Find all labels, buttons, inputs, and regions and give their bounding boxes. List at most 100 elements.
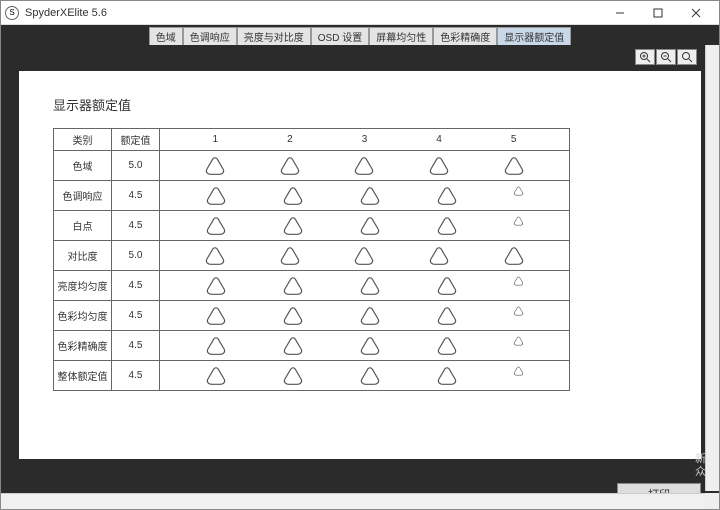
cell-category: 整体额定值 [54, 361, 112, 391]
rating-icon [428, 246, 450, 266]
table-row: 色彩精确度4.5 [54, 331, 570, 361]
cell-category: 色彩均匀度 [54, 301, 112, 331]
app-title: SpyderXElite 5.6 [25, 7, 601, 19]
cell-value: 5.0 [112, 241, 160, 271]
cell-category: 色彩精确度 [54, 331, 112, 361]
tab-0[interactable]: 色域 [149, 27, 183, 45]
ratings-table: 类别 额定值 12345 色域5.0色调响应4.5白点4.5对比度5.0亮度均匀… [53, 128, 570, 391]
table-row: 白点4.5 [54, 211, 570, 241]
rating-icon [282, 186, 304, 206]
rating-icon [436, 366, 458, 386]
header-category: 类别 [54, 129, 112, 151]
rating-icon-half [513, 276, 524, 296]
cell-rating-icons [160, 271, 570, 301]
app-window: S SpyderXElite 5.6 色域色调响应亮度与对比度OSD 设置屏幕均… [0, 0, 720, 510]
rating-icon [282, 306, 304, 326]
rating-icon [359, 306, 381, 326]
rating-icon [436, 216, 458, 236]
cell-category: 亮度均匀度 [54, 271, 112, 301]
rating-icon [205, 186, 227, 206]
rating-icon [353, 246, 375, 266]
rating-icon [205, 366, 227, 386]
rating-icon [204, 246, 226, 266]
rating-icon [205, 276, 227, 296]
zoom-fit-icon[interactable] [677, 49, 697, 65]
rating-icon [353, 156, 375, 176]
rating-icon [359, 366, 381, 386]
cell-rating-icons [160, 241, 570, 271]
cell-rating-icons [160, 181, 570, 211]
horizontal-scrollbar[interactable] [1, 493, 705, 509]
app-icon: S [5, 6, 19, 20]
cell-category: 白点 [54, 211, 112, 241]
rating-icon [279, 246, 301, 266]
rating-icon [279, 156, 301, 176]
rating-icon [428, 156, 450, 176]
table-row: 亮度均匀度4.5 [54, 271, 570, 301]
tab-5[interactable]: 色彩精确度 [433, 27, 497, 45]
rating-icon [503, 156, 525, 176]
window-controls [601, 3, 715, 23]
rating-icon-half [513, 306, 524, 326]
cell-rating-icons [160, 151, 570, 181]
cell-value: 4.5 [112, 361, 160, 391]
cell-value: 4.5 [112, 301, 160, 331]
rating-icon [359, 216, 381, 236]
cell-rating-icons [160, 301, 570, 331]
rating-icon [282, 366, 304, 386]
scale-tick: 1 [213, 134, 219, 145]
rating-icon-half [513, 216, 524, 236]
rating-icon [359, 336, 381, 356]
table-row: 对比度5.0 [54, 241, 570, 271]
rating-icon-half [513, 186, 524, 206]
tab-6[interactable]: 显示器额定值 [497, 27, 571, 45]
header-scale: 12345 [160, 129, 570, 151]
content-area: 显示器额定值 类别 额定值 12345 色域5.0色调响应4.5白点4.5对比度… [1, 45, 719, 509]
scale-tick: 4 [436, 134, 442, 145]
cell-value: 5.0 [112, 151, 160, 181]
zoom-toolbar [635, 49, 697, 65]
rating-icon [205, 336, 227, 356]
tab-4[interactable]: 屏幕均匀性 [369, 27, 433, 45]
minimize-button[interactable] [601, 3, 639, 23]
rating-icon-half [513, 336, 524, 356]
cell-rating-icons [160, 331, 570, 361]
rating-icon [282, 216, 304, 236]
cell-value: 4.5 [112, 181, 160, 211]
cell-rating-icons [160, 211, 570, 241]
page-title: 显示器额定值 [53, 95, 667, 114]
scale-tick: 3 [362, 134, 368, 145]
table-row: 色域5.0 [54, 151, 570, 181]
titlebar: S SpyderXElite 5.6 [1, 1, 719, 25]
cell-value: 4.5 [112, 211, 160, 241]
table-row: 色彩均匀度4.5 [54, 301, 570, 331]
tab-bar: 色域色调响应亮度与对比度OSD 设置屏幕均匀性色彩精确度显示器额定值 [1, 25, 719, 45]
header-value: 额定值 [112, 129, 160, 151]
vertical-scrollbar[interactable] [705, 45, 719, 491]
rating-icon [436, 336, 458, 356]
cell-value: 4.5 [112, 331, 160, 361]
scroll-corner [705, 493, 719, 509]
zoom-out-icon[interactable] [656, 49, 676, 65]
maximize-button[interactable] [639, 3, 677, 23]
rating-icon [359, 186, 381, 206]
cell-rating-icons [160, 361, 570, 391]
rating-icon [436, 276, 458, 296]
rating-icon-half [513, 366, 524, 386]
tab-1[interactable]: 色调响应 [183, 27, 237, 45]
table-row: 整体额定值4.5 [54, 361, 570, 391]
tab-2[interactable]: 亮度与对比度 [237, 27, 311, 45]
cell-category: 色调响应 [54, 181, 112, 211]
rating-icon [205, 306, 227, 326]
zoom-in-icon[interactable] [635, 49, 655, 65]
rating-icon [359, 276, 381, 296]
table-row: 色调响应4.5 [54, 181, 570, 211]
cell-category: 对比度 [54, 241, 112, 271]
rating-icon [205, 216, 227, 236]
tab-3[interactable]: OSD 设置 [311, 27, 369, 45]
close-button[interactable] [677, 3, 715, 23]
report-page: 显示器额定值 类别 额定值 12345 色域5.0色调响应4.5白点4.5对比度… [19, 71, 701, 459]
rating-icon [436, 186, 458, 206]
cell-value: 4.5 [112, 271, 160, 301]
scale-tick: 2 [287, 134, 293, 145]
